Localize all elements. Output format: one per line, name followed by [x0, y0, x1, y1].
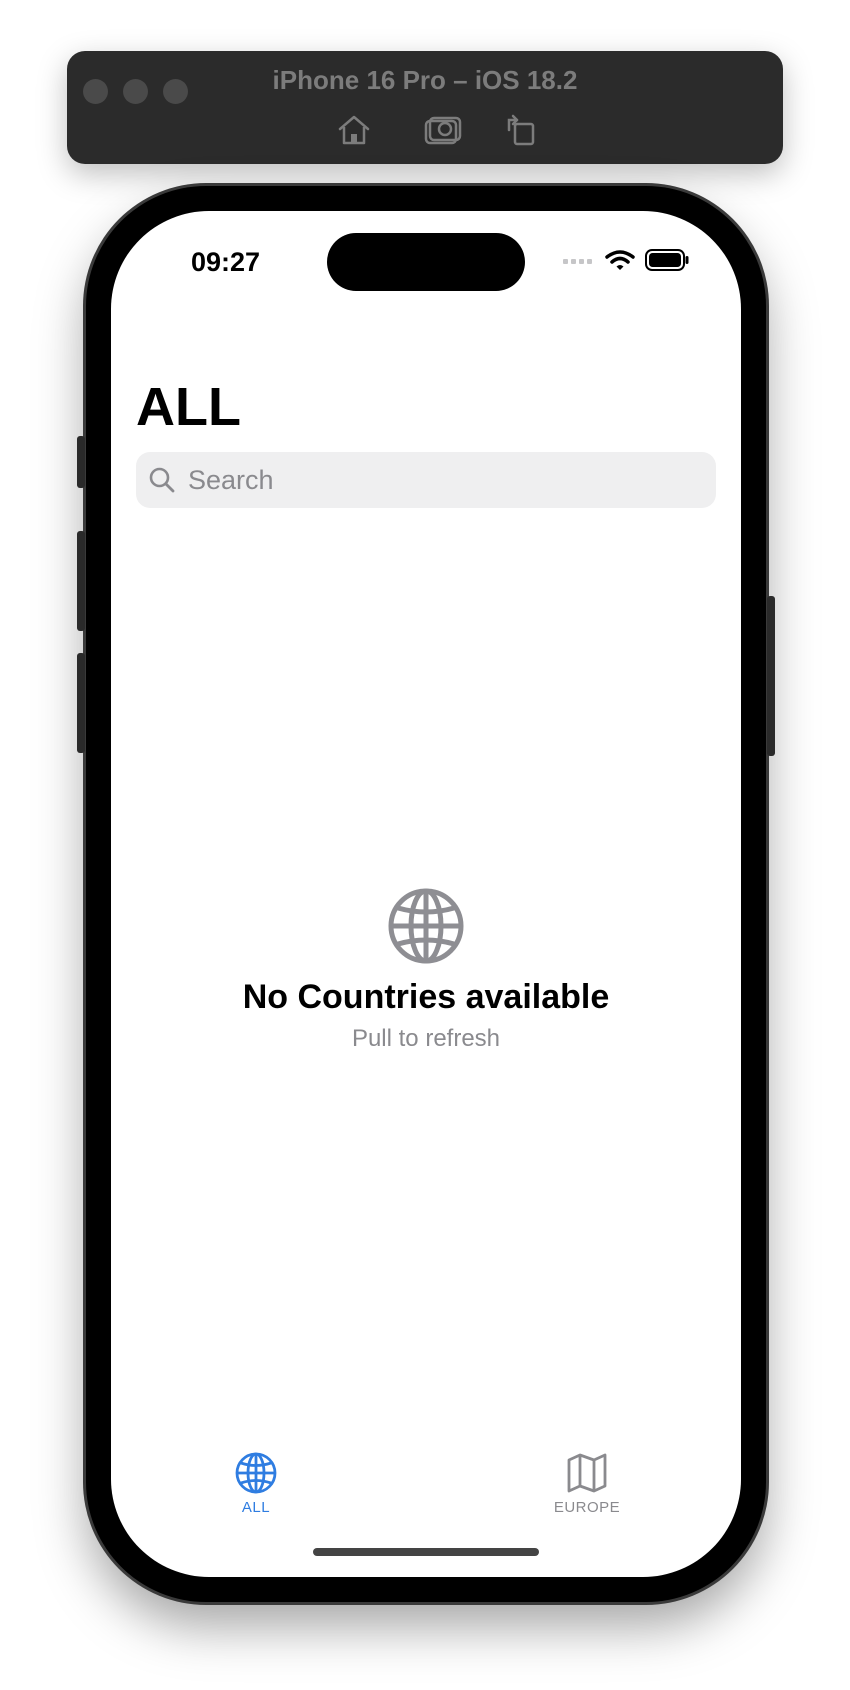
page-title: ALL — [136, 377, 241, 437]
battery-icon — [645, 249, 689, 271]
phone-screen: 09:27 ALL Search No Countries available … — [111, 211, 741, 1577]
screenshot-button[interactable] — [422, 110, 462, 150]
screenshot-icon — [424, 116, 462, 145]
globe-icon — [235, 1452, 277, 1494]
tab-europe[interactable]: EUROPE — [527, 1451, 647, 1516]
search-bar[interactable] — [136, 452, 716, 508]
dynamic-island — [327, 233, 525, 291]
volume-down-button — [77, 653, 85, 753]
rotate-icon — [507, 114, 535, 146]
cellular-icon — [563, 259, 592, 264]
stage: iPhone 16 Pro – iOS 18.2 09:27 ALL Searc… — [0, 0, 850, 1690]
status-icons — [563, 249, 689, 271]
home-indicator — [313, 1548, 539, 1556]
phone-frame: 09:27 ALL Search No Countries available … — [77, 186, 775, 1602]
globe-icon — [388, 888, 464, 964]
search-icon — [149, 467, 175, 493]
empty-state: No Countries available Pull to refresh — [111, 886, 741, 1053]
home-icon — [338, 115, 370, 145]
simulator-title: iPhone 16 Pro – iOS 18.2 — [272, 65, 578, 95]
empty-state-subtitle: Pull to refresh — [351, 1025, 501, 1052]
map-icon — [567, 1453, 607, 1493]
tab-bar: ALL EUROPE — [111, 1451, 741, 1551]
volume-up-button — [77, 531, 85, 631]
empty-state-title: No Countries available — [242, 978, 610, 1016]
wifi-icon — [605, 250, 635, 270]
action-button — [77, 436, 85, 488]
tab-all[interactable]: ALL — [196, 1451, 316, 1516]
simulator-titlebar: iPhone 16 Pro – iOS 18.2 — [67, 51, 783, 164]
tab-europe-label: EUROPE — [553, 1499, 621, 1516]
tab-all-label: ALL — [241, 1499, 271, 1516]
status-time: 09:27 — [191, 247, 261, 277]
search-input[interactable] — [186, 463, 690, 497]
home-button[interactable] — [334, 110, 374, 150]
power-button — [767, 596, 775, 756]
rotate-button[interactable] — [501, 110, 541, 150]
